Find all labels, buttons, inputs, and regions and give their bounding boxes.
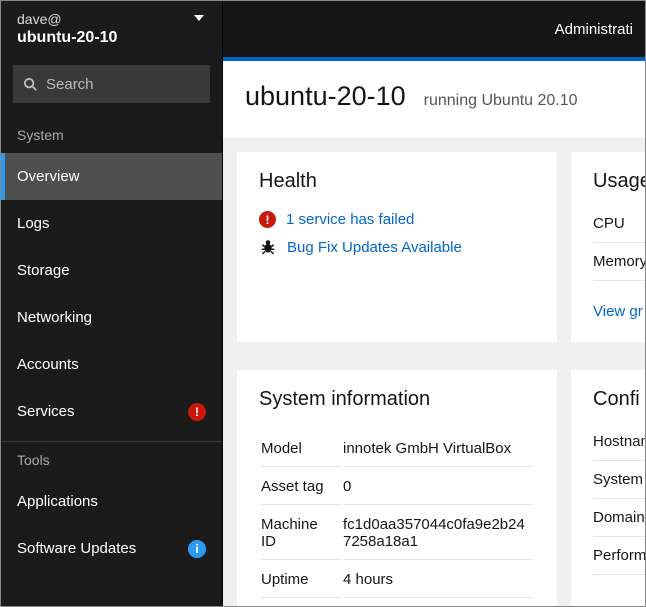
search-input-container[interactable]	[13, 65, 210, 103]
sidebar-item-label: Applications	[17, 493, 206, 510]
sidebar-item-services[interactable]: Services !	[1, 388, 222, 435]
health-card: Health ! 1 service has failed	[237, 152, 557, 342]
page-header: ubuntu-20-10 running Ubuntu 20.10	[223, 61, 645, 138]
top-bar: Administrati	[223, 1, 645, 61]
sidebar-item-label: Networking	[17, 309, 206, 326]
host-name: ubuntu-20-10	[17, 29, 206, 47]
sysinfo-val: innotek GmbH VirtualBox	[343, 431, 533, 467]
bug-icon	[259, 238, 277, 256]
sysinfo-key: Machine ID	[261, 507, 341, 560]
host-selector[interactable]: dave@ ubuntu-20-10	[1, 1, 222, 59]
sysinfo-val: fc1d0aa357044c0fa9e2b247258a18a1	[343, 507, 533, 560]
bugfix-updates-link[interactable]: Bug Fix Updates Available	[287, 239, 462, 256]
service-failed-link[interactable]: 1 service has failed	[286, 211, 414, 228]
usage-row-cpu: CPU	[593, 205, 645, 243]
sidebar-item-storage[interactable]: Storage	[1, 247, 222, 294]
config-row-system: System	[593, 461, 645, 499]
sidebar-item-networking[interactable]: Networking	[1, 294, 222, 341]
chevron-down-icon	[194, 15, 204, 21]
table-row: Machine ID fc1d0aa357044c0fa9e2b247258a1…	[261, 507, 533, 560]
configuration-card: Confi Hostnam System Domain Perform prof…	[571, 370, 645, 606]
sysinfo-key: Model	[261, 431, 341, 467]
search-input[interactable]	[46, 76, 200, 93]
sysinfo-title: System information	[259, 388, 535, 411]
sidebar-item-logs[interactable]: Logs	[1, 200, 222, 247]
usage-card: Usage CPU Memory View gr	[571, 152, 645, 342]
admin-menu[interactable]: Administrati	[555, 21, 633, 38]
table-row: Uptime 4 hours	[261, 562, 533, 598]
config-row-hostname: Hostnam	[593, 423, 645, 461]
table-row: Asset tag 0	[261, 469, 533, 505]
sidebar-item-label: Software Updates	[17, 540, 188, 557]
error-badge-icon: !	[188, 403, 206, 421]
sysinfo-val: 4 hours	[343, 562, 533, 598]
usage-row-memory: Memory	[593, 243, 645, 281]
config-row-perf-profile: Perform profile	[593, 537, 645, 575]
search-icon	[23, 77, 38, 92]
health-item-bugfix: Bug Fix Updates Available	[259, 238, 535, 256]
sidebar-item-label: Overview	[17, 168, 206, 185]
sidebar-item-label: Accounts	[17, 356, 206, 373]
sysinfo-val: 0	[343, 469, 533, 505]
section-label-tools: Tools	[1, 442, 222, 478]
page-title: ubuntu-20-10	[245, 81, 406, 112]
error-icon: !	[259, 211, 276, 228]
sidebar-item-overview[interactable]: Overview	[1, 153, 222, 200]
page-subtitle: running Ubuntu 20.10	[424, 92, 578, 110]
main-content: Administrati ubuntu-20-10 running Ubuntu…	[223, 1, 645, 606]
health-title: Health	[259, 170, 535, 193]
config-title: Confi	[593, 388, 645, 411]
usage-title: Usage	[593, 170, 645, 193]
sidebar-item-label: Storage	[17, 262, 206, 279]
sidebar-item-software-updates[interactable]: Software Updates i	[1, 525, 222, 572]
section-label-system: System	[1, 117, 222, 153]
system-info-card: System information Model innotek GmbH Vi…	[237, 370, 557, 606]
sidebar-item-accounts[interactable]: Accounts	[1, 341, 222, 388]
sidebar-item-applications[interactable]: Applications	[1, 478, 222, 525]
sidebar: dave@ ubuntu-20-10 System Overview Logs	[1, 1, 223, 606]
info-badge-icon: i	[188, 540, 206, 558]
sysinfo-key: Asset tag	[261, 469, 341, 505]
table-row: Model innotek GmbH VirtualBox	[261, 431, 533, 467]
sidebar-item-label: Logs	[17, 215, 206, 232]
health-item-service-failed: ! 1 service has failed	[259, 211, 535, 228]
sidebar-item-label: Services	[17, 403, 188, 420]
view-graphs-link[interactable]: View gr	[593, 303, 643, 320]
config-row-domain: Domain	[593, 499, 645, 537]
host-user: dave@	[17, 11, 206, 27]
sysinfo-key: Uptime	[261, 562, 341, 598]
